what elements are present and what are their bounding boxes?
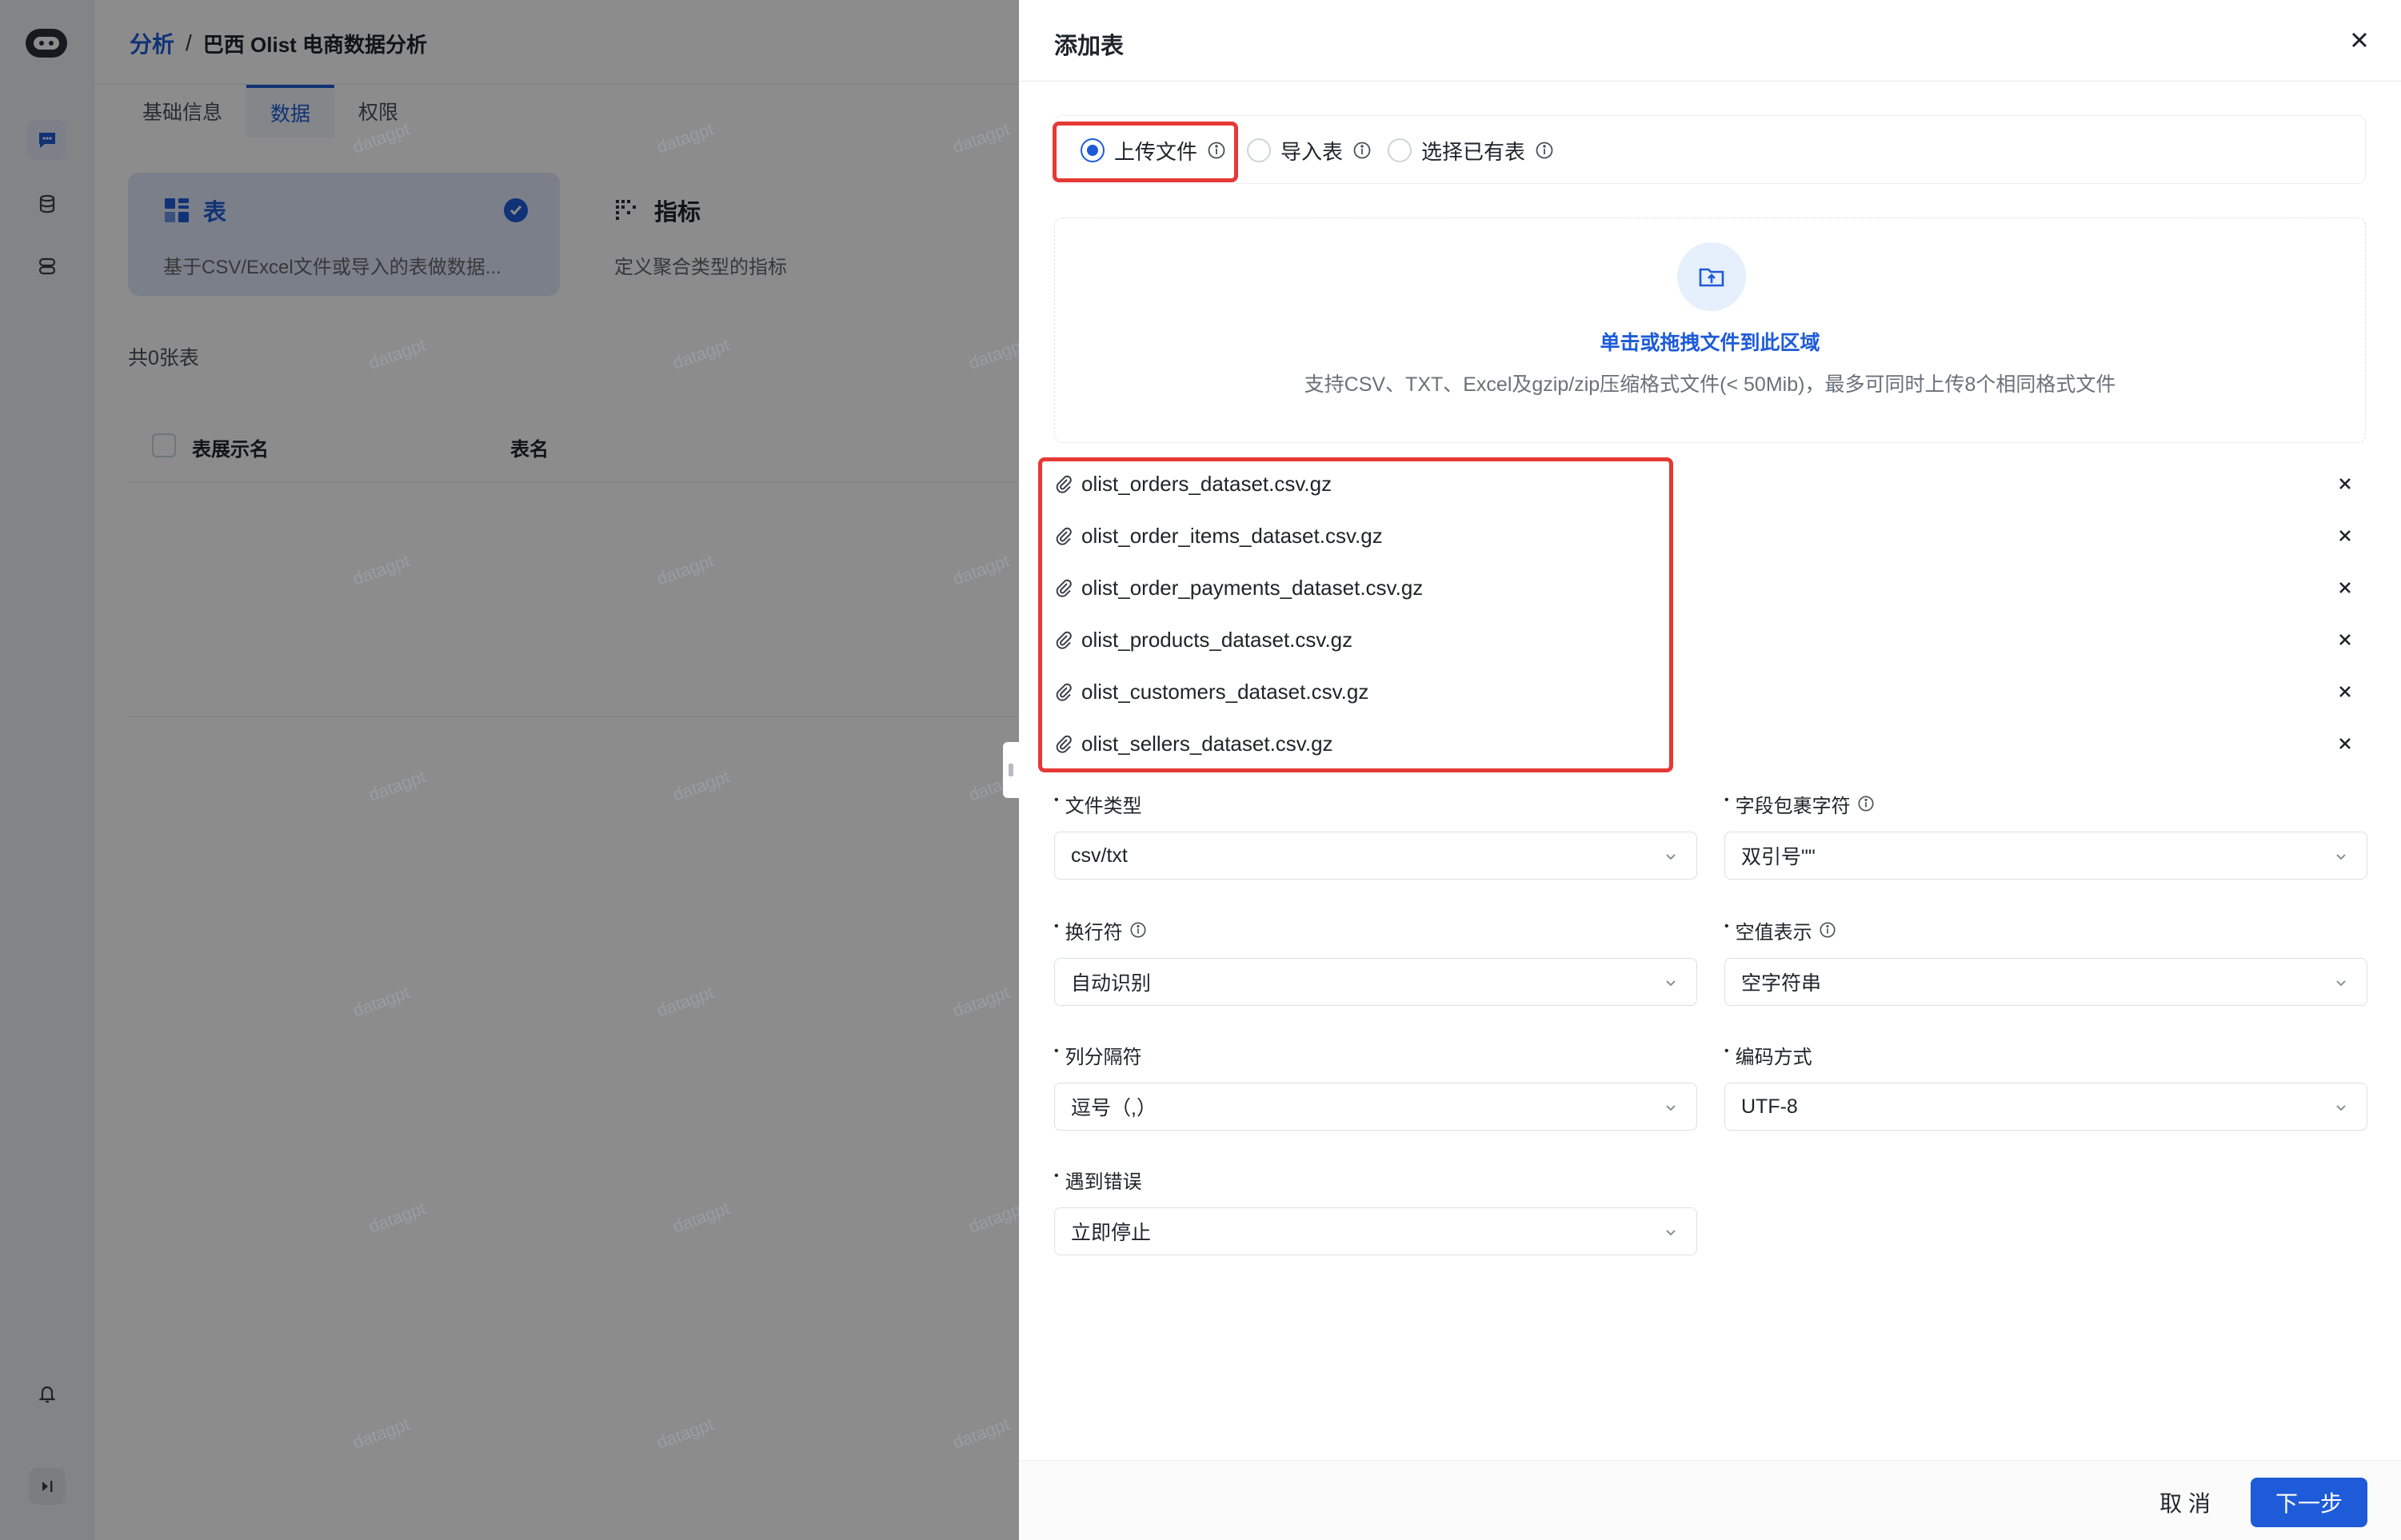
column-separator-value: 逗号（,）	[1071, 1097, 1157, 1119]
uploaded-file-name: olist_orders_dataset.csv.gz	[1081, 471, 1332, 496]
remove-file-button[interactable]	[2334, 473, 2356, 495]
uploaded-file-row: olist_customers_dataset.csv.gz	[1054, 666, 2366, 717]
column-separator-field: • 列分隔符 逗号（,）	[1054, 1041, 1697, 1131]
file-type-value: csv/txt	[1071, 844, 1128, 867]
remove-file-button[interactable]	[2334, 577, 2356, 599]
remove-file-button[interactable]	[2334, 525, 2356, 547]
close-icon	[2351, 32, 2367, 48]
quote-char-value: 双引号""	[1741, 846, 1816, 868]
paperclip-icon	[1056, 735, 1072, 753]
quote-char-label: 字段包裹字符	[1735, 795, 1851, 817]
chevron-down-icon	[1666, 1230, 1676, 1236]
dropzone-title: 单击或拖拽文件到此区域	[1600, 332, 1820, 354]
info-icon[interactable]	[1207, 141, 1226, 160]
close-icon	[2339, 530, 2351, 541]
line-separator-field: • 换行符 自动识别	[1054, 916, 1697, 1006]
source-radio-group: 上传文件 导入表 选择已有表	[1054, 115, 2366, 184]
file-dropzone[interactable]: 单击或拖拽文件到此区域 支持CSV、TXT、Excel及gzip/zip压缩格式…	[1054, 217, 2366, 443]
paperclip-icon	[1056, 683, 1072, 701]
file-type-select[interactable]: csv/txt	[1054, 832, 1697, 880]
encoding-select[interactable]: UTF-8	[1724, 1083, 2367, 1131]
null-value-select[interactable]: 空字符串	[1724, 958, 2367, 1006]
uploaded-file-name: olist_order_payments_dataset.csv.gz	[1081, 575, 1424, 600]
upload-icon-wrap	[1677, 242, 1746, 311]
line-separator-value: 自动识别	[1071, 972, 1152, 995]
paperclip-icon	[1056, 527, 1072, 545]
quote-char-select[interactable]: 双引号""	[1724, 832, 2367, 880]
close-icon	[2339, 478, 2351, 489]
cancel-button[interactable]: 取 消	[2132, 1478, 2238, 1527]
radio-upload-file-label: 上传文件	[1114, 139, 1198, 164]
close-icon	[2339, 582, 2351, 593]
next-step-button[interactable]: 下一步	[2251, 1478, 2367, 1527]
line-separator-label: 换行符	[1065, 921, 1123, 944]
uploaded-file-row: olist_products_dataset.csv.gz	[1054, 614, 2366, 665]
column-separator-select[interactable]: 逗号（,）	[1054, 1083, 1697, 1131]
radio-existing-table[interactable]: 选择已有表	[1388, 116, 1554, 185]
uploaded-file-row: olist_order_payments_dataset.csv.gz	[1054, 562, 2366, 613]
paperclip-icon	[1056, 579, 1072, 597]
remove-file-button[interactable]	[2334, 732, 2356, 755]
uploaded-file-name: olist_customers_dataset.csv.gz	[1081, 679, 1369, 704]
radio-upload-file-circle[interactable]	[1081, 138, 1105, 162]
on-error-value: 立即停止	[1071, 1222, 1152, 1244]
radio-import-table-circle[interactable]	[1247, 138, 1271, 162]
column-separator-label: 列分隔符	[1065, 1046, 1142, 1068]
radio-existing-table-label: 选择已有表	[1421, 139, 1526, 164]
null-value-label: 空值表示	[1735, 921, 1812, 944]
encoding-label: 编码方式	[1735, 1046, 1812, 1068]
uploaded-file-row: olist_sellers_dataset.csv.gz	[1054, 718, 2366, 769]
chevron-down-icon	[1666, 980, 1676, 987]
uploaded-file-row: olist_orders_dataset.csv.gz	[1054, 458, 2366, 509]
remove-file-button[interactable]	[2334, 628, 2356, 651]
radio-upload-file[interactable]: 上传文件	[1081, 116, 1226, 185]
file-type-label: 文件类型	[1065, 795, 1142, 817]
encoding-value: UTF-8	[1741, 1095, 1798, 1118]
uploaded-file-name: olist_order_items_dataset.csv.gz	[1081, 523, 1383, 548]
chevron-down-icon	[2336, 854, 2346, 860]
folder-upload-icon	[1699, 268, 1724, 287]
info-icon[interactable]	[1352, 141, 1372, 160]
line-separator-select[interactable]: 自动识别	[1054, 958, 1697, 1006]
close-icon	[2339, 738, 2351, 749]
remove-file-button[interactable]	[2334, 680, 2356, 703]
on-error-label: 遇到错误	[1065, 1171, 1142, 1193]
modal-overlay[interactable]	[0, 0, 1019, 1540]
null-value-value: 空字符串	[1741, 972, 1822, 995]
radio-existing-table-circle[interactable]	[1388, 138, 1412, 162]
info-icon[interactable]	[1857, 795, 1875, 812]
paperclip-icon	[1056, 631, 1072, 649]
encoding-field: • 编码方式 UTF-8	[1724, 1041, 2367, 1131]
paperclip-icon	[1056, 475, 1072, 493]
on-error-field: • 遇到错误 立即停止	[1054, 1166, 1697, 1255]
chevron-down-icon	[1666, 1105, 1676, 1111]
drawer-resize-handle[interactable]	[1003, 742, 1019, 798]
chevron-down-icon	[2336, 980, 2346, 987]
uploaded-file-row: olist_order_items_dataset.csv.gz	[1054, 510, 2366, 561]
file-type-field: • 文件类型 csv/txt	[1054, 790, 1697, 880]
info-icon[interactable]	[1819, 921, 1836, 939]
dropzone-hint: 支持CSV、TXT、Excel及gzip/zip压缩格式文件(< 50Mib)，…	[1304, 373, 2116, 396]
app-root: 分析 / 巴西 Olist 电商数据分析 基础信息 数据 权限 表 基于CSV/…	[0, 0, 2401, 1540]
chevron-down-icon	[1666, 854, 1676, 860]
uploaded-file-name: olist_sellers_dataset.csv.gz	[1081, 731, 1333, 756]
add-table-drawer: 添加表 上传文件 导入表 选择已有表 单击或拖拽文件到此区域 支持CSV、TXT…	[1019, 0, 2401, 1540]
info-icon[interactable]	[1535, 141, 1554, 160]
radio-import-table-label: 导入表	[1280, 139, 1344, 164]
drawer-header: 添加表	[1019, 0, 2401, 82]
uploaded-file-name: olist_products_dataset.csv.gz	[1081, 627, 1353, 652]
drawer-title: 添加表	[1054, 34, 1125, 59]
info-icon[interactable]	[1129, 921, 1147, 939]
quote-char-field: • 字段包裹字符 双引号""	[1724, 790, 2367, 880]
drawer-close-button[interactable]	[2343, 24, 2375, 56]
radio-import-table[interactable]: 导入表	[1247, 116, 1372, 185]
chevron-down-icon	[2336, 1105, 2346, 1111]
on-error-select[interactable]: 立即停止	[1054, 1207, 1697, 1255]
null-value-field: • 空值表示 空字符串	[1724, 916, 2367, 1006]
close-icon	[2339, 686, 2351, 697]
close-icon	[2339, 634, 2351, 645]
